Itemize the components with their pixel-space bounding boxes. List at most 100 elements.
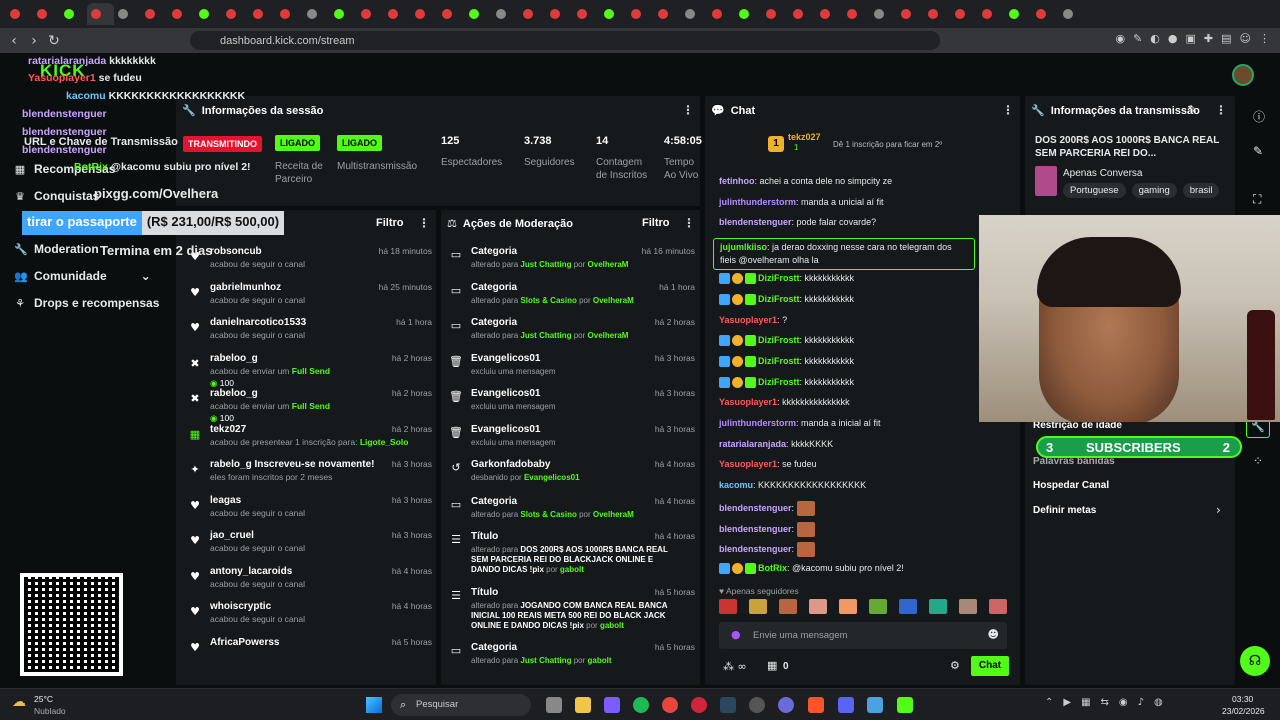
browser-tab[interactable] (492, 3, 519, 25)
browser-tab[interactable] (789, 3, 816, 25)
emote[interactable] (719, 599, 737, 614)
extension-icon[interactable]: ✎ (1133, 32, 1142, 45)
chat-message[interactable]: Yasuoplayer1: se fudeu (719, 459, 817, 469)
brave-icon[interactable] (808, 697, 824, 713)
forward-icon[interactable]: › (24, 33, 44, 49)
chat-message[interactable]: julinthunderstorm: manda a inicial aí fi… (719, 418, 881, 428)
chat-username[interactable]: blendenstenguer (719, 523, 792, 533)
more-options-icon[interactable]: ⋮ (1002, 103, 1014, 117)
profile-icon[interactable]: ☺ (1240, 32, 1251, 45)
emoji-icon[interactable]: ☻ (988, 628, 999, 641)
taskbar-search[interactable]: ⌕ Pesquisar (391, 694, 531, 716)
more-options-icon[interactable]: ⋮ (682, 103, 694, 117)
browser-tab[interactable] (519, 3, 546, 25)
host-channel-item[interactable]: Hospedar Canal (1033, 480, 1109, 491)
tray-icons[interactable]: ⌃▶▦⇆◉♪◍ (1045, 697, 1173, 708)
task-view-icon[interactable] (546, 697, 562, 713)
browser-tab[interactable] (195, 3, 222, 25)
sidebar-item-achievements[interactable]: ♛ Conquistas (14, 189, 99, 203)
apps-icon[interactable]: ⁘ (1253, 454, 1263, 468)
activity-item[interactable]: ✦ rabelo_g Inscreveu-se novamente! eles fo… (186, 459, 432, 495)
browser-tab[interactable] (330, 3, 357, 25)
chat-username[interactable]: BotRix (758, 563, 787, 573)
emote[interactable] (899, 599, 917, 614)
chat-username[interactable]: Yasuoplayer1 (719, 459, 777, 469)
browser-tab[interactable] (357, 3, 384, 25)
emote[interactable] (959, 599, 977, 614)
extension-icon[interactable]: ◉ (1115, 32, 1125, 45)
browser-tab[interactable] (816, 3, 843, 25)
reload-icon[interactable]: ↻ (44, 33, 64, 49)
points-icon[interactable]: ⁂ ∞ (723, 660, 747, 673)
chat-username[interactable]: DiziFrostt (758, 356, 800, 366)
chat-username[interactable]: julinthunderstorm (719, 197, 796, 207)
tag-chip[interactable]: brasil (1182, 183, 1220, 198)
sidebar-icon[interactable]: ▤ (1221, 32, 1231, 45)
mod-action-item[interactable]: ▭ Categoria alterado para Slots & Casino p… (449, 496, 695, 532)
kick-icon[interactable] (897, 697, 913, 713)
browser-tab[interactable] (249, 3, 276, 25)
more-options-icon[interactable]: ⋮ (683, 216, 695, 230)
browser-tab[interactable] (6, 3, 33, 25)
browser-tab[interactable] (735, 3, 762, 25)
browser-tab[interactable] (87, 3, 114, 25)
category-name[interactable]: Apenas Conversa (1063, 168, 1143, 179)
emote[interactable] (809, 599, 827, 614)
back-icon[interactable]: ‹ (4, 33, 24, 49)
chat-message[interactable]: blendenstenguer: (719, 542, 815, 558)
support-icon[interactable]: ☊ (1240, 646, 1270, 676)
chat-username[interactable]: blendenstenguer (719, 217, 792, 227)
browser-tab[interactable] (870, 3, 897, 25)
mod-action-item[interactable]: ▭ Categoria alterado para Just Chatting po… (449, 246, 695, 282)
mic-icon[interactable]: ● (731, 628, 741, 641)
mod-action-item[interactable]: 🗑 Evangelicos01 excluiu uma mensagem há 3 h… (449, 353, 695, 389)
address-text[interactable]: dashboard.kick.com/stream (220, 35, 355, 47)
opera-icon[interactable] (691, 697, 707, 713)
browser-tab[interactable] (627, 3, 654, 25)
browser-tab[interactable] (1005, 3, 1032, 25)
mod-action-item[interactable]: ▭ Categoria alterado para Just Chatting po… (449, 317, 695, 353)
settings-icon[interactable]: ⚙ (950, 659, 960, 672)
chat-username[interactable]: DiziFrostt (758, 377, 800, 387)
browser-tab[interactable] (573, 3, 600, 25)
edit-icon[interactable]: ✎ (1188, 103, 1197, 116)
browser-tab[interactable] (222, 3, 249, 25)
chat-message[interactable]: DiziFrostt: kkkkkkkkkkk (719, 273, 854, 285)
chat-input-placeholder[interactable]: Envie uma mensagem (753, 630, 848, 641)
browser-tab[interactable] (33, 3, 60, 25)
chat-username[interactable]: blendenstenguer (719, 503, 792, 513)
emote[interactable] (869, 599, 887, 614)
browser-tab[interactable] (978, 3, 1005, 25)
extension-icons[interactable]: ◉ ✎ ◐ ● ▣ ✚ ▤ ☺ ⋮ (1115, 32, 1270, 45)
chat-message[interactable]: julinthunderstorm: manda a unicial aí fi… (719, 197, 884, 207)
more-options-icon[interactable]: ⋮ (1215, 103, 1227, 117)
address-bar[interactable]: dashboard.kick.com/stream (190, 31, 940, 50)
extension-icon[interactable]: ▣ (1186, 32, 1196, 45)
chat-message[interactable]: ratarialaranjada: kkkkKKKK (719, 439, 833, 449)
browser-tab[interactable] (1032, 3, 1059, 25)
sidebar-item-drops[interactable]: ⚘ Drops e recompensas (14, 296, 159, 310)
chrome-icon[interactable] (662, 697, 678, 713)
chat-username[interactable]: blendenstenguer (719, 544, 792, 554)
app-icon[interactable] (749, 697, 765, 713)
activity-item[interactable]: ✖ rabeloo_g acabou de enviar um Full Send h… (186, 353, 432, 389)
chat-message[interactable]: blendenstenguer: (719, 500, 815, 516)
browser-tab[interactable] (60, 3, 87, 25)
browser-tab[interactable] (114, 3, 141, 25)
file-explorer-icon[interactable] (575, 697, 591, 713)
mod-action-item[interactable]: ▭ Categoria alterado para Just Chatting po… (449, 642, 695, 678)
extension-icon[interactable]: ● (1168, 32, 1178, 45)
mod-action-item[interactable]: ▭ Categoria alterado para Slots & Casino p… (449, 282, 695, 318)
browser-tab[interactable] (708, 3, 735, 25)
chat-username[interactable]: jujumlkiiso (720, 242, 767, 252)
mod-action-item[interactable]: ☰ Título alterado para JOGANDO COM BANCA R… (449, 587, 695, 630)
menu-icon[interactable]: ⋮ (1259, 32, 1270, 45)
activity-item[interactable]: ♥ robsoncub acabou de seguir o canal há 18 … (186, 246, 432, 282)
gift-icon[interactable]: ▦ (767, 659, 777, 672)
activity-item[interactable]: ♥ jao_cruel acabou de seguir o canal há 3 h… (186, 530, 432, 566)
chat-message[interactable]: blendenstenguer: (719, 521, 815, 537)
browser-tab[interactable] (438, 3, 465, 25)
chat-message[interactable]: Yasuoplayer1: ? (719, 315, 787, 325)
browser-tab[interactable] (303, 3, 330, 25)
expand-icon[interactable]: ⛶ (1253, 192, 1261, 207)
